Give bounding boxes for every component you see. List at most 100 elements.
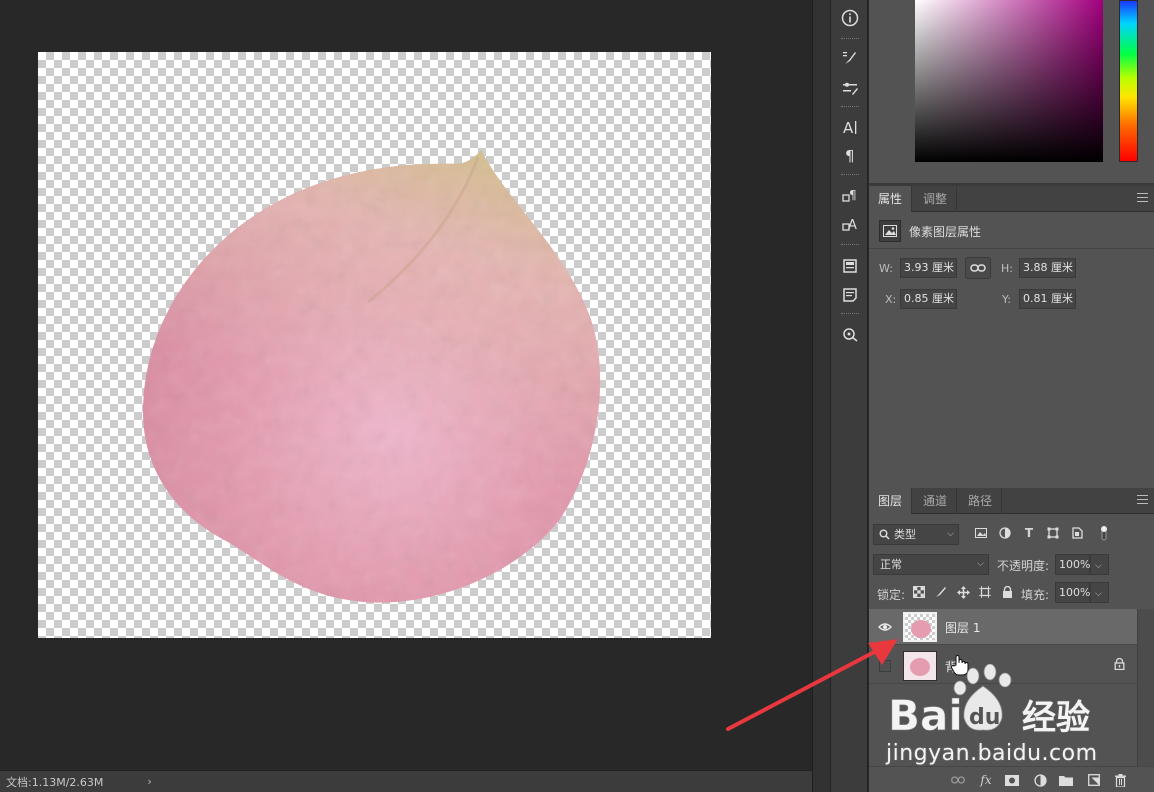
- panel-gutter: [812, 0, 830, 792]
- layers-footer: fx: [869, 766, 1154, 792]
- color-picker-panel: [869, 0, 1154, 186]
- character-icon[interactable]: A: [837, 115, 863, 139]
- status-bar: 文档:1.13M/2.63M ›: [0, 770, 812, 792]
- y-label: Y:: [1002, 293, 1011, 306]
- y-position-field[interactable]: 0.81 厘米: [1019, 289, 1076, 309]
- fx-icon[interactable]: fx: [977, 771, 995, 789]
- lock-label: 锁定:: [877, 588, 906, 602]
- blend-mode-dropdown[interactable]: 正常 ⌵: [873, 554, 989, 575]
- rose-petal-image: [143, 150, 601, 603]
- filter-adjustment-icon[interactable]: [996, 524, 1014, 542]
- filter-shape-icon[interactable]: [1044, 524, 1062, 542]
- filter-toggle-icon[interactable]: [1095, 524, 1113, 542]
- opacity-label: 不透明度:: [997, 559, 1050, 573]
- brush-settings-icon[interactable]: [837, 76, 863, 100]
- eye-icon[interactable]: [877, 619, 893, 635]
- hue-slider[interactable]: [1119, 0, 1138, 162]
- layer-thumbnail: [903, 612, 937, 642]
- collapsed-panel-strip: A ¶ ¶ A: [830, 0, 868, 792]
- properties-separator: [869, 248, 1154, 249]
- layers-tabbar: 图层 通道 路径: [869, 488, 1154, 514]
- character-styles-icon[interactable]: A: [837, 212, 863, 236]
- width-label: W:: [879, 262, 893, 275]
- lock-image-pixels-icon[interactable]: [932, 583, 950, 601]
- filter-pixel-icon[interactable]: [972, 524, 990, 542]
- layer-separator: [869, 644, 1137, 645]
- lock-all-icon[interactable]: [998, 583, 1016, 601]
- filter-type-icon[interactable]: T: [1020, 524, 1038, 542]
- link-layers-icon[interactable]: [949, 771, 967, 789]
- new-adjustment-layer-icon[interactable]: [1031, 771, 1049, 789]
- paragraph-icon[interactable]: ¶: [837, 143, 863, 167]
- opacity-dropdown-button[interactable]: ⌵: [1090, 554, 1109, 575]
- tab-paths[interactable]: 路径: [959, 488, 1003, 514]
- panel-grip[interactable]: [841, 244, 859, 246]
- layer-row[interactable]: 图层 1: [869, 609, 1137, 645]
- visibility-toggle[interactable]: [879, 660, 891, 672]
- layer-thumbnail: [903, 651, 937, 681]
- svg-text:¶: ¶: [849, 188, 857, 202]
- search-icon: [879, 529, 890, 540]
- panel-grip[interactable]: [841, 38, 859, 40]
- chevron-down-icon: ⌵: [977, 559, 984, 569]
- tab-channels[interactable]: 通道: [914, 488, 958, 514]
- brush-presets-icon[interactable]: [837, 46, 863, 70]
- layer-name[interactable]: 图层 1: [945, 619, 980, 636]
- chevron-down-icon: ⌵: [947, 529, 954, 539]
- pixel-layer-icon: [879, 220, 901, 242]
- link-icon: [970, 264, 986, 272]
- status-menu-arrow[interactable]: ›: [147, 775, 151, 788]
- add-mask-icon[interactable]: [1003, 771, 1021, 789]
- tab-adjustments[interactable]: 调整: [914, 186, 958, 212]
- tab-properties[interactable]: 属性: [869, 186, 913, 212]
- lock-transparent-pixels-icon[interactable]: [910, 583, 928, 601]
- properties-tabbar: 属性 调整: [869, 186, 1154, 212]
- properties-header: 像素图层属性: [879, 220, 981, 242]
- fill-dropdown-button[interactable]: ⌵: [1090, 582, 1109, 603]
- saturation-value-field[interactable]: [915, 0, 1103, 162]
- panel-grip[interactable]: [841, 313, 859, 315]
- fill-field[interactable]: 100%: [1055, 582, 1090, 603]
- link-dimensions-button[interactable]: [965, 257, 991, 279]
- layers-menu-icon[interactable]: [1137, 495, 1148, 506]
- new-layer-icon[interactable]: [1085, 771, 1103, 789]
- watermark-url: jingyan.baidu.com: [886, 741, 1098, 766]
- right-panel-dock: 属性 调整 像素图层属性 W: 3.93 厘米 H: 3.88 厘米 X: 0.…: [869, 0, 1154, 792]
- canvas-workspace[interactable]: [0, 0, 812, 770]
- notes-icon[interactable]: [837, 283, 863, 307]
- info-icon[interactable]: [837, 6, 863, 30]
- properties-panel: 像素图层属性 W: 3.93 厘米 H: 3.88 厘米 X: 0.85 厘米 …: [869, 212, 1154, 486]
- blend-mode-value: 正常: [880, 558, 902, 571]
- watermark-jingyan: 经验: [1022, 698, 1090, 738]
- panel-grip[interactable]: [841, 106, 859, 108]
- layers-scrollbar[interactable]: [1137, 609, 1154, 769]
- svg-text:A: A: [848, 218, 857, 233]
- document-size-info: 文档:1.13M/2.63M: [6, 775, 104, 789]
- document-canvas[interactable]: [38, 52, 711, 638]
- height-field[interactable]: 3.88 厘米: [1019, 258, 1076, 278]
- height-label: H:: [1001, 262, 1013, 275]
- layer-filter-dropdown[interactable]: 类型 ⌵: [873, 524, 959, 545]
- chevron-down-icon: ⌵: [1095, 561, 1102, 571]
- lock-position-icon[interactable]: [954, 583, 972, 601]
- new-group-icon[interactable]: [1057, 771, 1075, 789]
- svg-text:¶: ¶: [845, 147, 855, 164]
- x-position-field[interactable]: 0.85 厘米: [900, 289, 957, 309]
- tab-layers[interactable]: 图层: [869, 488, 913, 514]
- layer-separator: [869, 683, 1137, 684]
- panel-grip[interactable]: [841, 174, 859, 176]
- history-icon[interactable]: [837, 254, 863, 278]
- lock-icon: [1114, 657, 1125, 673]
- trash-icon[interactable]: [1111, 771, 1129, 789]
- layer-filter-value: 类型: [894, 528, 916, 541]
- fill-label: 填充:: [1021, 588, 1050, 602]
- layer-row[interactable]: 背: [869, 648, 1137, 684]
- properties-menu-icon[interactable]: [1137, 193, 1148, 204]
- hand-cursor-icon: [950, 655, 969, 676]
- opacity-field[interactable]: 100%: [1055, 554, 1090, 575]
- filter-smart-object-icon[interactable]: [1068, 524, 1086, 542]
- width-field[interactable]: 3.93 厘米: [900, 258, 957, 278]
- 3d-icon[interactable]: [837, 322, 863, 346]
- paragraph-styles-icon[interactable]: ¶: [837, 183, 863, 207]
- lock-artboard-icon[interactable]: [976, 583, 994, 601]
